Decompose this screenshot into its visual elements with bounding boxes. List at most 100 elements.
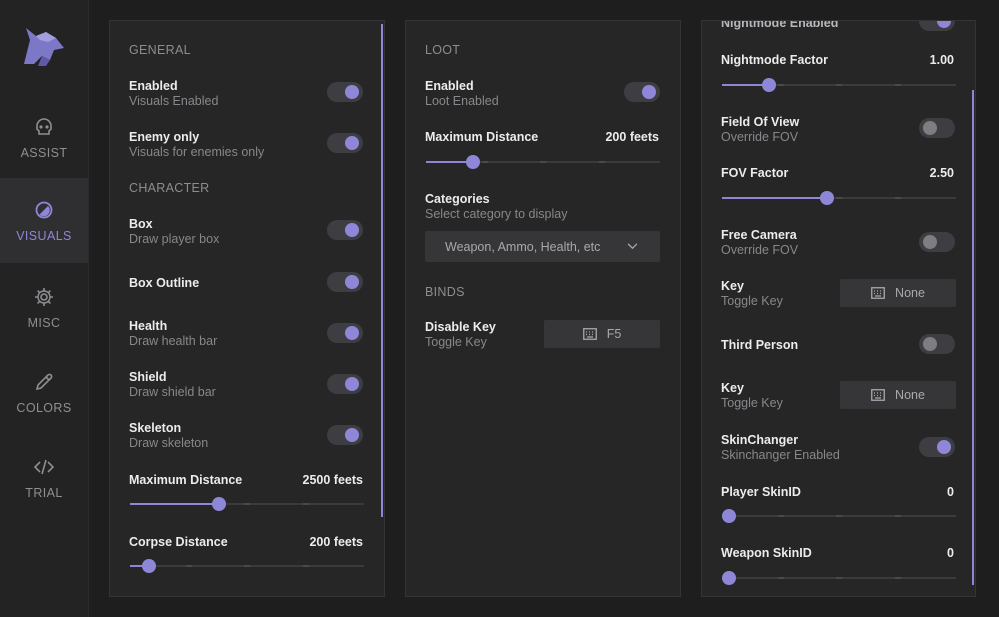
- slider-thumb[interactable]: [141, 559, 156, 573]
- slider-thumb[interactable]: [211, 497, 226, 511]
- slider-tick: [777, 577, 784, 579]
- player-skin-slider[interactable]: [722, 509, 956, 523]
- skull-icon: [36, 117, 52, 135]
- health-sublabel: Draw health bar: [129, 334, 218, 348]
- max-distance-slider[interactable]: [130, 497, 364, 511]
- shield-sublabel: Draw shield bar: [129, 385, 216, 399]
- section-character-title: CHARACTER: [129, 181, 210, 195]
- fov-toggle[interactable]: [919, 118, 955, 138]
- code-icon: [33, 459, 55, 474]
- corpse-distance-label: Corpse Distance: [129, 535, 228, 549]
- sidebar-item-assist[interactable]: ASSIST: [0, 95, 88, 180]
- slider-fill: [130, 503, 219, 505]
- keyboard-icon: [582, 328, 597, 340]
- enemy-only-toggle[interactable]: [327, 133, 363, 153]
- slider-tick: [777, 515, 784, 517]
- loot-panel: LOOT Enabled Loot Enabled Maximum Distan…: [405, 20, 681, 597]
- key2-value: None: [895, 388, 925, 402]
- sidebar-item-label: MISC: [27, 315, 61, 330]
- sidebar-item-trial[interactable]: TRIAL: [0, 435, 88, 520]
- shield-toggle[interactable]: [327, 374, 363, 394]
- free-camera-label: Free Camera: [721, 228, 797, 242]
- loot-enabled-toggle[interactable]: [624, 82, 660, 102]
- disable-key-button[interactable]: F5: [544, 320, 660, 348]
- toggle-knob: [345, 326, 359, 340]
- toggle-knob: [923, 121, 937, 135]
- key1-sublabel: Toggle Key: [721, 294, 783, 308]
- visuals-icon: [35, 201, 53, 218]
- max-distance-label: Maximum Distance: [129, 473, 243, 487]
- nightmode-factor-slider[interactable]: [722, 78, 956, 92]
- corpse-distance-slider[interactable]: [130, 559, 364, 573]
- slider-tick: [481, 161, 488, 163]
- free-camera-toggle[interactable]: [919, 232, 955, 252]
- nightmode-enabled-label: Nightmode Enabled: [721, 20, 839, 30]
- third-person-toggle[interactable]: [919, 334, 955, 354]
- eyedropper-icon: [35, 373, 53, 390]
- key2-label: Key: [721, 381, 744, 395]
- player-skin-label: Player SkinID: [721, 485, 801, 499]
- slider-tick: [244, 565, 250, 567]
- slider-thumb[interactable]: [820, 191, 835, 205]
- weapon-skin-slider[interactable]: [722, 571, 956, 585]
- slider-tick: [894, 515, 901, 517]
- health-toggle[interactable]: [327, 323, 363, 343]
- box-outline-toggle[interactable]: [327, 272, 363, 292]
- box-toggle[interactable]: [327, 220, 363, 240]
- misc-panel: Nightmode Enabled Nightmode Factor 1.00 …: [701, 20, 976, 597]
- slider-tick: [302, 565, 309, 567]
- slider-tick: [894, 577, 901, 579]
- slider-thumb[interactable]: [722, 509, 736, 523]
- enabled-toggle[interactable]: [327, 82, 363, 102]
- keyboard-icon: [871, 389, 885, 401]
- skinchanger-label: SkinChanger: [721, 433, 799, 447]
- corpse-distance-value: 200 feets: [309, 535, 363, 549]
- toggle-knob: [345, 377, 359, 391]
- fov-factor-value: 2.50: [929, 166, 954, 180]
- loot-max-distance-slider[interactable]: [426, 155, 660, 169]
- health-label: Health: [129, 319, 168, 333]
- categories-dropdown[interactable]: Weapon, Ammo, Health, etc: [425, 231, 660, 262]
- sidebar-item-visuals[interactable]: VISUALS: [0, 178, 88, 263]
- panel-scrollbar[interactable]: [381, 24, 383, 517]
- sidebar-item-label: VISUALS: [16, 228, 72, 243]
- toggle-knob: [345, 275, 359, 289]
- shield-label: Shield: [129, 370, 167, 384]
- toggle-knob: [937, 440, 951, 454]
- section-binds-title: BINDS: [425, 285, 465, 299]
- slider-tick: [302, 503, 309, 505]
- fov-factor-slider[interactable]: [722, 191, 956, 205]
- slider-thumb[interactable]: [761, 78, 776, 92]
- enabled-sublabel: Visuals Enabled: [129, 94, 219, 108]
- toggle-knob: [345, 223, 359, 237]
- disable-key-sublabel: Toggle Key: [425, 335, 487, 349]
- slider-thumb[interactable]: [465, 155, 480, 169]
- toggle-knob: [345, 428, 359, 442]
- disable-key-label: Disable Key: [425, 320, 496, 334]
- nightmode-factor-label: Nightmode Factor: [721, 53, 828, 67]
- toggle-knob: [642, 85, 656, 99]
- enabled-label: Enabled: [129, 79, 178, 93]
- slider-fill: [722, 197, 828, 199]
- categories-selected: Weapon, Ammo, Health, etc: [445, 239, 601, 254]
- categories-label: Categories: [425, 192, 490, 206]
- key2-button[interactable]: None: [840, 381, 956, 409]
- skeleton-label: Skeleton: [129, 421, 182, 435]
- panel-scrollbar[interactable]: [972, 90, 974, 585]
- skinchanger-toggle[interactable]: [919, 437, 955, 457]
- slider-thumb[interactable]: [722, 571, 736, 585]
- key1-button[interactable]: None: [840, 279, 956, 307]
- sidebar-item-colors[interactable]: COLORS: [0, 350, 88, 435]
- key1-label: Key: [721, 279, 744, 293]
- sidebar-item-misc[interactable]: MISC: [0, 265, 88, 350]
- nightmode-enabled-toggle[interactable]: [919, 21, 955, 31]
- chevron-down-icon: [627, 243, 638, 250]
- general-panel: GENERAL Enabled Visuals Enabled Enemy on…: [109, 20, 385, 597]
- free-camera-sublabel: Override FOV: [721, 243, 799, 257]
- toggle-knob: [923, 235, 937, 249]
- sidebar-item-label: COLORS: [16, 400, 72, 415]
- gear-icon: [35, 287, 53, 306]
- fov-factor-label: FOV Factor: [721, 166, 789, 180]
- skeleton-toggle[interactable]: [327, 425, 363, 445]
- sidebar-item-label: ASSIST: [20, 145, 68, 160]
